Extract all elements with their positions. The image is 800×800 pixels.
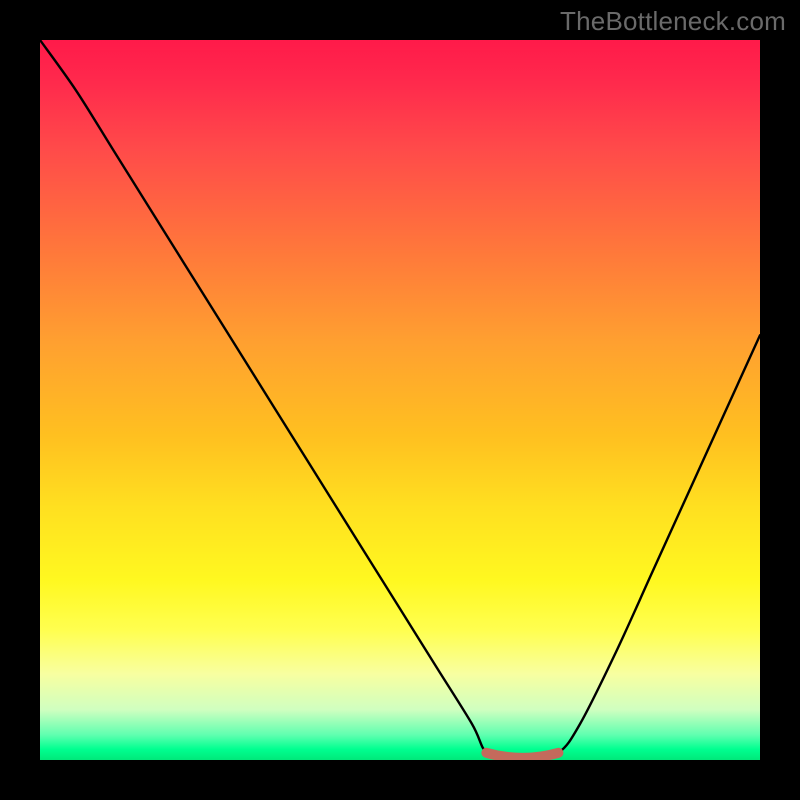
plot-area <box>40 40 760 760</box>
watermark-text: TheBottleneck.com <box>560 6 786 37</box>
flat-segment <box>486 753 558 758</box>
curve-path <box>40 40 760 760</box>
bottleneck-curve <box>40 40 760 760</box>
chart-frame: TheBottleneck.com <box>0 0 800 800</box>
